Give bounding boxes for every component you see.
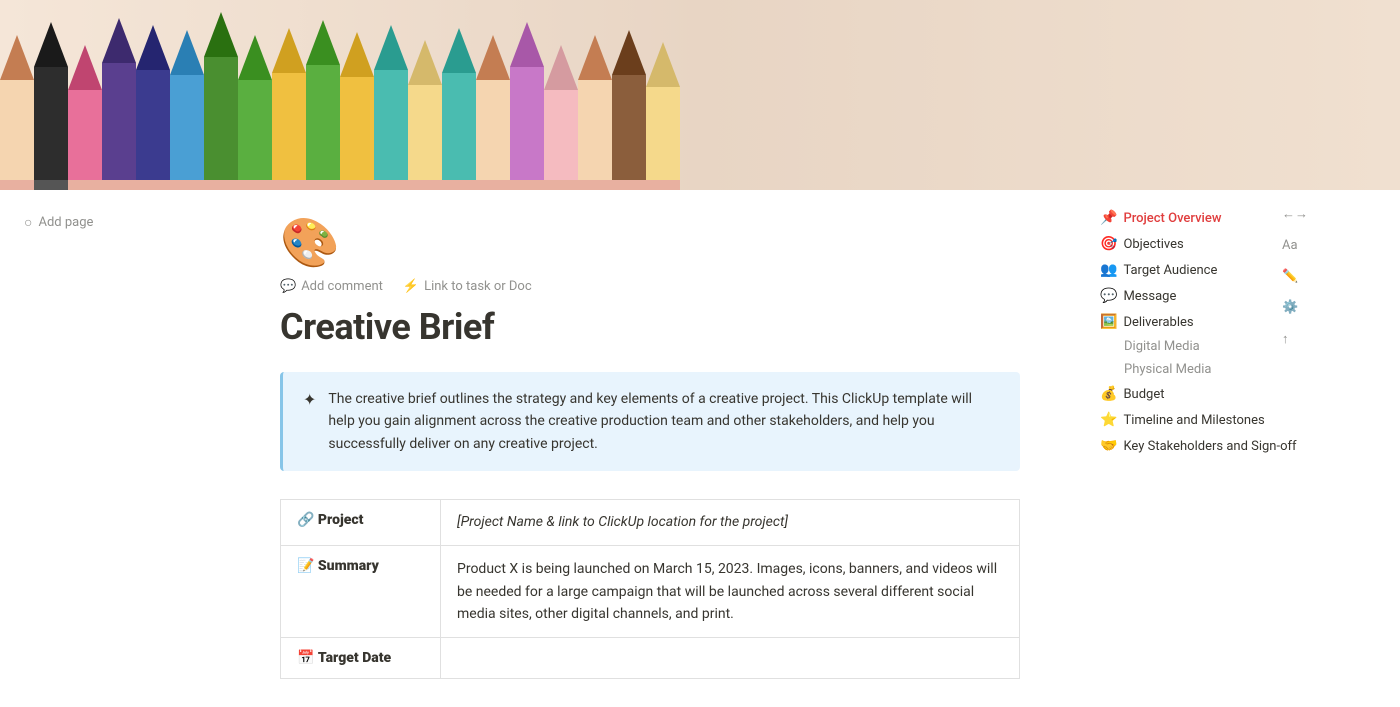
add-page-label: Add page: [38, 215, 93, 230]
pencil: [170, 30, 204, 190]
toc-item-project-overview[interactable]: 📌 Project Overview: [1092, 206, 1308, 230]
sidebar-controls: ←→ Aa ✏️ ⚙️ ↑: [1282, 206, 1308, 347]
pencil: [544, 45, 578, 190]
toc-item-deliverables[interactable]: 🖼️ Deliverables: [1092, 310, 1308, 334]
pencil: [612, 30, 646, 190]
toc-item-objectives[interactable]: 🎯 Objectives: [1092, 232, 1308, 256]
pencil: [578, 35, 612, 190]
add-page-icon: ○: [24, 214, 32, 231]
toc-item-label: Target Audience: [1123, 263, 1217, 278]
add-comment-button[interactable]: 💬 Add comment: [280, 279, 383, 294]
toc-item-label: Timeline and Milestones: [1123, 413, 1264, 428]
toc-item-label: Deliverables: [1123, 315, 1193, 330]
toc-item-message[interactable]: 💬 Message: [1092, 284, 1308, 308]
info-box-text: The creative brief outlines the strategy…: [328, 388, 1000, 455]
add-comment-label: Add comment: [301, 279, 383, 294]
link-to-task-button[interactable]: ⚡ Link to task or Doc: [403, 279, 532, 294]
pencil: [442, 28, 476, 190]
toc-item-emoji: 💬: [1100, 288, 1117, 304]
toc-item-emoji: 🖼️: [1100, 314, 1117, 330]
toc-item-label: Objectives: [1123, 237, 1183, 252]
table-row: 🔗 Project[Project Name & link to ClickUp…: [281, 500, 1020, 546]
left-sidebar: ○ Add page: [0, 190, 220, 707]
info-box-icon: ✦: [303, 390, 316, 409]
settings-icon-button[interactable]: ⚙️: [1282, 300, 1308, 315]
toc-sub-item-digital-media[interactable]: Digital Media: [1116, 336, 1308, 357]
table-value-cell[interactable]: Product X is being launched on March 15,…: [441, 546, 1020, 638]
toc-item-timeline-and-milestones[interactable]: ⭐ Timeline and Milestones: [1092, 408, 1308, 432]
toc-item-label: Message: [1123, 289, 1176, 304]
pencil: [34, 22, 68, 190]
font-button[interactable]: Aa: [1282, 238, 1308, 253]
toc-item-label: Key Stakeholders and Sign-off: [1123, 439, 1296, 454]
toc-item-key-stakeholders-and-sign-off[interactable]: 🤝 Key Stakeholders and Sign-off: [1092, 434, 1308, 458]
share-icon-button[interactable]: ↑: [1282, 331, 1308, 347]
table-label-cell: 📝 Summary: [281, 546, 441, 638]
toc-item-emoji: 📌: [1100, 210, 1117, 226]
collapse-sidebar-button[interactable]: ←→: [1282, 206, 1308, 222]
pencil: [0, 35, 34, 190]
table-label-cell: 📅 Target Date: [281, 638, 441, 679]
edit-icon-button[interactable]: ✏️: [1282, 269, 1308, 284]
pencil: [646, 42, 680, 190]
pencil: [204, 12, 238, 190]
content-area: 🎨 💬 Add comment ⚡ Link to task or Doc Cr…: [220, 190, 1080, 707]
toc-item-target-audience[interactable]: 👥 Target Audience: [1092, 258, 1308, 282]
pencil: [510, 22, 544, 190]
toc-sub-item-physical-media[interactable]: Physical Media: [1116, 359, 1308, 380]
page-icon[interactable]: 🎨: [280, 214, 1020, 271]
pencil: [68, 45, 102, 190]
table-row: 📅 Target Date: [281, 638, 1020, 679]
pencil: [272, 28, 306, 190]
toc-item-emoji: 👥: [1100, 262, 1117, 278]
pencil: [408, 40, 442, 190]
toc-item-emoji: 🤝: [1100, 438, 1117, 454]
pencil: [102, 18, 136, 190]
toolbar: 💬 Add comment ⚡ Link to task or Doc: [280, 279, 1020, 294]
pencil: [136, 25, 170, 190]
pencil: [238, 35, 272, 190]
project-info-table: 🔗 Project[Project Name & link to ClickUp…: [280, 499, 1020, 679]
toc-item-budget[interactable]: 💰 Budget: [1092, 382, 1308, 406]
link-to-task-label: Link to task or Doc: [424, 279, 532, 294]
table-label-cell: 🔗 Project: [281, 500, 441, 546]
pencil: [476, 35, 510, 190]
table-value-cell[interactable]: [Project Name & link to ClickUp location…: [441, 500, 1020, 546]
add-page-button[interactable]: ○ Add page: [16, 210, 204, 235]
toc-item-emoji: 🎯: [1100, 236, 1117, 252]
pencil: [374, 25, 408, 190]
toc-item-emoji: ⭐: [1100, 412, 1117, 428]
pencil: [340, 32, 374, 190]
link-icon: ⚡: [403, 279, 419, 294]
pencil: [306, 20, 340, 190]
table-value-cell[interactable]: [441, 638, 1020, 679]
page-title: Creative Brief: [280, 306, 1020, 348]
comment-icon: 💬: [280, 279, 296, 294]
toc-item-label: Project Overview: [1123, 211, 1221, 226]
table-row: 📝 SummaryProduct X is being launched on …: [281, 546, 1020, 638]
info-box: ✦ The creative brief outlines the strate…: [280, 372, 1020, 471]
toc-item-label: Budget: [1123, 387, 1164, 402]
hero-banner: [0, 0, 1400, 190]
toc-item-emoji: 💰: [1100, 386, 1117, 402]
